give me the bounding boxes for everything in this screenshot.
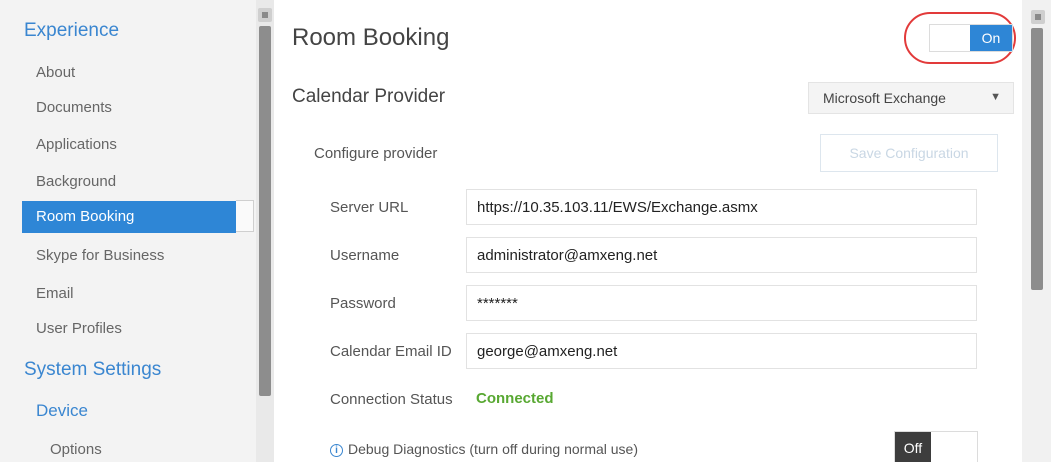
sidebar-item-room-booking[interactable]: Room Booking — [22, 201, 236, 233]
sidebar-section-experience[interactable]: Experience — [24, 20, 119, 42]
connection-status-label: Connection Status — [330, 391, 453, 408]
sidebar-item-about[interactable]: About — [36, 64, 75, 81]
toggle-off-knob: Off — [895, 432, 931, 462]
sidebar-section-system-settings[interactable]: System Settings — [24, 359, 161, 381]
calendar-provider-value: Microsoft Exchange — [823, 90, 946, 106]
debug-diagnostics-toggle[interactable]: Off — [894, 431, 978, 462]
server-url-input[interactable] — [466, 189, 977, 225]
main-scroll-up-button[interactable] — [1031, 10, 1045, 24]
sidebar-scroll-up-button[interactable] — [258, 8, 272, 22]
toggle-on-knob: On — [970, 25, 1012, 51]
sidebar-item-user-profiles[interactable]: User Profiles — [36, 320, 122, 337]
calendar-email-input[interactable] — [466, 333, 977, 369]
password-label: Password — [330, 295, 396, 312]
active-item-edge — [236, 200, 254, 232]
configure-provider-label: Configure provider — [314, 145, 438, 162]
connection-status-value: Connected — [476, 390, 554, 407]
debug-diagnostics-label: Debug Diagnostics (turn off during norma… — [348, 441, 639, 457]
main-panel: Room Booking On Calendar Provider Micros… — [274, 0, 1022, 462]
sidebar-scroll-thumb[interactable] — [259, 26, 271, 396]
username-input[interactable] — [466, 237, 977, 273]
username-label: Username — [330, 247, 400, 264]
sidebar-item-options[interactable]: Options — [50, 441, 102, 458]
server-url-label: Server URL — [330, 199, 409, 216]
sidebar-item-skype-for-business[interactable]: Skype for Business — [36, 247, 164, 264]
calendar-provider-label: Calendar Provider — [292, 86, 446, 107]
sidebar-item-applications[interactable]: Applications — [36, 136, 117, 153]
password-input[interactable] — [466, 285, 977, 321]
room-booking-toggle[interactable]: On — [929, 24, 1013, 52]
save-configuration-button[interactable]: Save Configuration — [820, 134, 998, 172]
sidebar-item-background[interactable]: Background — [36, 173, 116, 190]
sidebar: Experience About Documents Applications … — [0, 0, 256, 462]
calendar-provider-select[interactable]: Microsoft Exchange ▼ — [808, 82, 1014, 114]
dropdown-arrow-icon: ▼ — [990, 91, 1001, 103]
page-title: Room Booking — [292, 24, 450, 51]
sidebar-item-documents[interactable]: Documents — [36, 99, 112, 116]
debug-diagnostics-row: i Debug Diagnostics (turn off during norm… — [330, 441, 638, 457]
info-icon: i — [330, 444, 343, 457]
sidebar-item-email[interactable]: Email — [36, 285, 74, 302]
sidebar-subheading-device[interactable]: Device — [36, 401, 88, 421]
calendar-email-label: Calendar Email ID — [330, 343, 452, 360]
main-scroll-thumb[interactable] — [1031, 28, 1043, 290]
